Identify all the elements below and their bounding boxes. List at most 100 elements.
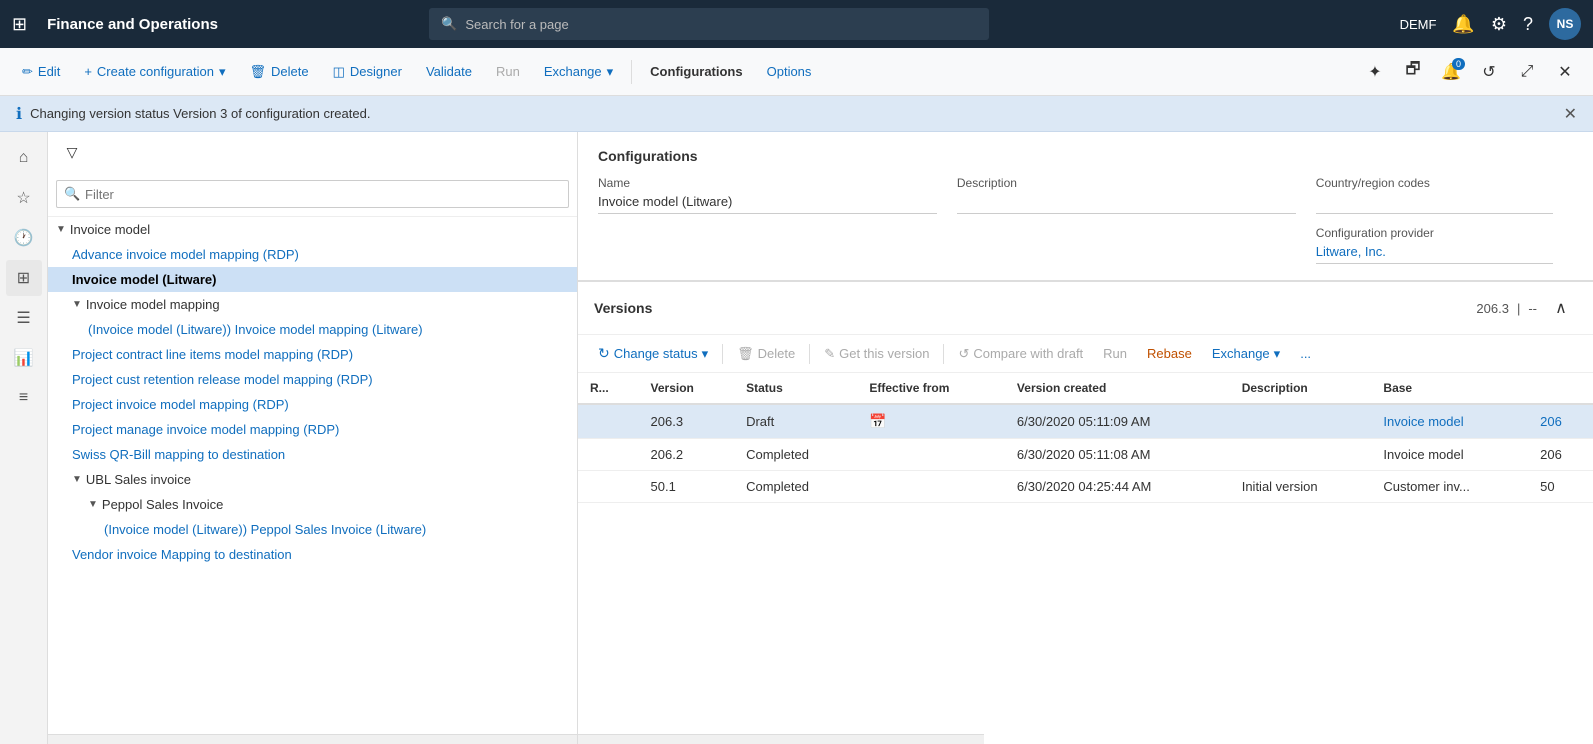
exchange-button[interactable]: Exchange ▾ (534, 58, 623, 86)
get-version-icon: ✎ (824, 346, 835, 362)
tree-item-project-contract[interactable]: Project contract line items model mappin… (48, 342, 577, 367)
run-version-button[interactable]: Run (1095, 342, 1135, 365)
col-r: R... (578, 373, 639, 404)
versions-scroll-h[interactable] (578, 734, 984, 744)
tree-item-label: Project cust retention release model map… (72, 372, 373, 387)
tree-item-project-cust[interactable]: Project cust retention release model map… (48, 367, 577, 392)
tree-item-invoice-model-mapping[interactable]: ▼ Invoice model mapping (48, 292, 577, 317)
list-icon[interactable]: ☰ (6, 300, 42, 336)
tree-item-project-manage[interactable]: Project manage invoice model mapping (RD… (48, 417, 577, 442)
config-name-field: Name Invoice model (Litware) (598, 176, 957, 264)
change-status-button[interactable]: ↻ Change status ▾ (590, 341, 716, 366)
expand-icon[interactable]: ⤢ (1511, 56, 1543, 88)
validate-button[interactable]: Validate (416, 58, 482, 85)
compare-draft-button[interactable]: ↺ Compare with draft (950, 342, 1091, 366)
search-placeholder: Search for a page (465, 17, 568, 32)
personalize-icon[interactable]: ✦ (1359, 56, 1391, 88)
tree-item-swiss-qr[interactable]: Swiss QR-Bill mapping to destination (48, 442, 577, 467)
search-bar[interactable]: 🔍 Search for a page (429, 8, 989, 40)
rebase-button[interactable]: Rebase (1139, 342, 1200, 365)
tree-item-litware-mapping[interactable]: (Invoice model (Litware)) Invoice model … (48, 317, 577, 342)
refresh-icon[interactable]: ↺ (1473, 56, 1505, 88)
get-this-version-button[interactable]: ✎ Get this version (816, 342, 937, 366)
table-row[interactable]: 206.2 Completed 6/30/2020 05:11:08 AM In… (578, 439, 1593, 471)
exchange-version-button[interactable]: Exchange ▾ (1204, 342, 1288, 366)
delete-button[interactable]: 🗑 Delete (240, 58, 319, 86)
versions-collapse-icon[interactable]: ∧ (1545, 292, 1577, 324)
notifications-icon[interactable]: 🔔 (1452, 14, 1474, 35)
designer-button[interactable]: ◫ Designer (323, 58, 412, 86)
cell-effective-from: 📅 (857, 404, 1005, 439)
toolbar-right-icons: ✦ 🗗 🔔 0 ↺ ⤢ ✕ (1359, 56, 1581, 88)
trash-versions-icon: 🗑 (737, 346, 754, 362)
tree-item-peppol-litware[interactable]: (Invoice model (Litware)) Peppol Sales I… (48, 517, 577, 542)
open-in-new-icon[interactable]: 🗗 (1397, 56, 1429, 88)
tree-item-label: UBL Sales invoice (86, 472, 191, 487)
config-provider-value[interactable]: Litware, Inc. (1316, 244, 1553, 264)
avatar[interactable]: NS (1549, 8, 1581, 40)
edit-icon: ✏ (22, 64, 33, 80)
app-title: Finance and Operations (47, 16, 218, 33)
versions-header: Versions 206.3 | -- ∧ (578, 282, 1593, 335)
filter-icon[interactable]: ▽ (56, 136, 88, 168)
info-close-icon[interactable]: ✕ (1564, 104, 1577, 124)
main-toolbar: ✏ Edit + Create configuration ▾ 🗑 Delete… (0, 48, 1593, 96)
cell-version-created: 6/30/2020 05:11:09 AM (1005, 404, 1230, 439)
environment-label: DEMF (1400, 17, 1437, 32)
chart-icon[interactable]: 📊 (6, 340, 42, 376)
configurations-button[interactable]: Configurations (640, 58, 752, 85)
cell-version-created: 6/30/2020 05:11:08 AM (1005, 439, 1230, 471)
configurations-header: Configurations Name Invoice model (Litwa… (578, 132, 1593, 281)
run-button[interactable]: Run (486, 58, 530, 85)
tree-item-label: Swiss QR-Bill mapping to destination (72, 447, 285, 462)
versions-dash: -- (1528, 301, 1537, 316)
cell-effective-from (857, 439, 1005, 471)
cell-base-num[interactable]: 206 (1528, 404, 1593, 439)
config-country-field: Country/region codes Configuration provi… (1316, 176, 1573, 264)
right-panel: Configurations Name Invoice model (Litwa… (578, 132, 1593, 744)
tree-item-label: (Invoice model (Litware)) Invoice model … (88, 322, 423, 337)
table-row[interactable]: 50.1 Completed 6/30/2020 04:25:44 AM Ini… (578, 471, 1593, 503)
cell-r (578, 404, 639, 439)
tree-item-label: Project manage invoice model mapping (RD… (72, 422, 339, 437)
cell-status: Completed (734, 471, 857, 503)
collapse-icon: ▼ (72, 474, 82, 485)
help-icon[interactable]: ? (1523, 14, 1533, 35)
plus-icon: + (84, 64, 92, 79)
notification-badge-icon[interactable]: 🔔 0 (1435, 56, 1467, 88)
config-country-value (1316, 194, 1553, 214)
tree-item-ubl[interactable]: ▼ UBL Sales invoice (48, 467, 577, 492)
more-button[interactable]: ... (1292, 342, 1319, 365)
versions-delete-button[interactable]: 🗑 Delete (729, 342, 803, 366)
grid-nav-icon[interactable]: ⊞ (6, 260, 42, 296)
bookmark-icon[interactable]: ≡ (6, 380, 42, 416)
tree-item-advance-invoice[interactable]: Advance invoice model mapping (RDP) (48, 242, 577, 267)
cell-description (1230, 404, 1372, 439)
tree-filter-input[interactable] (56, 180, 569, 208)
versions-header-right: 206.3 | -- ∧ (1476, 292, 1577, 324)
vtoolbar-sep1 (722, 344, 723, 364)
table-row[interactable]: 206.3 Draft 📅 6/30/2020 05:11:09 AM Invo… (578, 404, 1593, 439)
recent-icon[interactable]: 🕐 (6, 220, 42, 256)
cell-base[interactable]: Invoice model (1371, 404, 1528, 439)
tree-item-vendor-invoice[interactable]: Vendor invoice Mapping to destination (48, 542, 577, 567)
tree-scroll-h[interactable] (48, 734, 577, 744)
tree-item-project-invoice[interactable]: Project invoice model mapping (RDP) (48, 392, 577, 417)
grid-icon[interactable]: ⊞ (12, 14, 27, 35)
close-icon[interactable]: ✕ (1549, 56, 1581, 88)
options-button[interactable]: Options (757, 58, 822, 85)
home-icon[interactable]: ⌂ (6, 140, 42, 176)
tree-item-invoice-litware[interactable]: Invoice model (Litware) (48, 267, 577, 292)
create-configuration-button[interactable]: + Create configuration ▾ (74, 58, 235, 86)
tree-item-invoice-model[interactable]: ▼ Invoice model (48, 217, 577, 242)
star-icon[interactable]: ☆ (6, 180, 42, 216)
versions-version-number: 206.3 (1476, 301, 1509, 316)
collapse-icon: ▼ (56, 224, 66, 235)
versions-table-wrap: R... Version Status Effective from Versi… (578, 373, 1593, 734)
tree-item-peppol[interactable]: ▼ Peppol Sales Invoice (48, 492, 577, 517)
edit-button[interactable]: ✏ Edit (12, 58, 70, 86)
settings-icon[interactable]: ⚙ (1491, 14, 1507, 35)
tree-panel: ▽ 🔍 ▼ Invoice model Advance invoice mode… (48, 132, 578, 744)
tree-scroll: ▼ Invoice model Advance invoice model ma… (48, 217, 577, 734)
config-description-field: Description (957, 176, 1316, 264)
